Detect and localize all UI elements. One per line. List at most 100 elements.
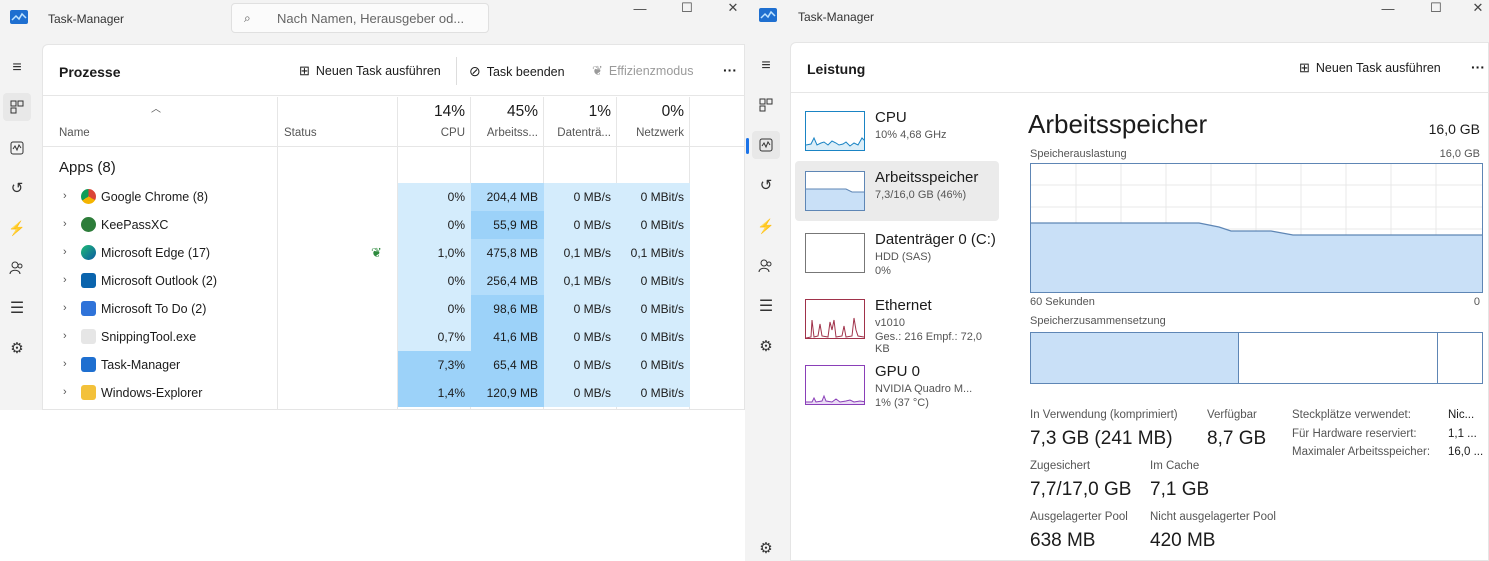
task-manager-app-icon xyxy=(10,10,28,24)
nav-users-icon[interactable] xyxy=(752,252,780,280)
expand-chevron-icon[interactable]: › xyxy=(63,190,67,202)
expand-chevron-icon[interactable]: › xyxy=(63,274,67,286)
explorer-icon xyxy=(81,385,96,400)
process-name: Google Chrome (8) xyxy=(101,190,208,204)
sort-chevron-icon[interactable]: ︿ xyxy=(151,100,161,115)
perf-item-cpu[interactable]: CPU 10% 4,68 GHz xyxy=(795,101,999,161)
perf-item-title: Ethernet xyxy=(875,297,932,314)
table-row[interactable]: › Google Chrome (8) 0% 204,4 MB 0 MB/s 0 MBit… xyxy=(43,183,743,211)
expand-chevron-icon[interactable]: › xyxy=(63,358,67,370)
composition-free[interactable] xyxy=(1438,333,1482,383)
nav-details-icon[interactable]: ☰ xyxy=(3,294,31,322)
minimize-button[interactable]: — xyxy=(1365,0,1411,16)
cpu-column-label: CPU xyxy=(440,127,465,139)
efficiency-mode-button[interactable]: ❦ Effizienzmodus xyxy=(592,63,693,79)
table-row[interactable]: › KeePassXC 0% 55,9 MB 0 MB/s 0 MBit/s xyxy=(43,211,743,239)
column-header-status[interactable]: Status xyxy=(284,127,317,139)
end-task-icon: ⊘ xyxy=(469,63,481,79)
chrome-icon xyxy=(81,189,96,204)
end-task-button[interactable]: ⊘ Task beenden xyxy=(469,63,565,80)
column-header-name[interactable]: Name xyxy=(59,127,90,139)
network-cell: 0 MBit/s xyxy=(617,323,690,351)
hamburger-menu-icon[interactable]: ≡ xyxy=(752,52,780,80)
table-row[interactable]: › SnippingTool.exe 0,7% 41,6 MB 0 MB/s 0 MBit… xyxy=(43,323,743,351)
nav-users-icon[interactable] xyxy=(3,254,31,282)
nav-history-icon[interactable]: ↺ xyxy=(752,171,780,199)
efficiency-mode-label: Effizienzmodus xyxy=(608,64,694,78)
memory-cell: 55,9 MB xyxy=(471,211,544,239)
disk-cell: 0 MB/s xyxy=(544,351,617,379)
nav-startup-icon[interactable]: ⚡ xyxy=(752,212,780,240)
task-manager-app-icon xyxy=(759,8,777,22)
cpu-cell: 0% xyxy=(398,295,471,323)
paged-pool-value: 638 MB xyxy=(1030,530,1096,551)
nav-details-icon[interactable]: ☰ xyxy=(752,292,780,320)
table-row[interactable]: › Microsoft Outlook (2) 0% 256,4 MB 0,1 MB/s… xyxy=(43,267,743,295)
table-row[interactable]: › Microsoft To Do (2) 0% 98,6 MB 0 MB/s 0 MBi… xyxy=(43,295,743,323)
expand-chevron-icon[interactable]: › xyxy=(63,386,67,398)
cpu-cell: 0,7% xyxy=(398,323,471,351)
cpu-cell: 7,3% xyxy=(398,351,471,379)
nav-performance-icon[interactable] xyxy=(752,131,780,159)
maximize-button[interactable]: ☐ xyxy=(1413,0,1459,16)
more-options-button[interactable]: ··· xyxy=(723,62,737,78)
nonpaged-pool-value: 420 MB xyxy=(1150,530,1216,551)
memory-total-percent: 45% xyxy=(506,103,538,120)
window-title: Task-Manager xyxy=(798,10,875,24)
maximize-button[interactable]: ☐ xyxy=(664,0,710,16)
new-task-label: Neuen Task ausführen xyxy=(1315,61,1441,75)
expand-chevron-icon[interactable]: › xyxy=(63,218,67,230)
memory-cell: 475,8 MB xyxy=(471,239,544,267)
expand-chevron-icon[interactable]: › xyxy=(63,246,67,258)
cpu-cell: 0% xyxy=(398,183,471,211)
perf-item-gpu[interactable]: GPU 0 NVIDIA Quadro M... 1% (37 °C) xyxy=(795,355,999,415)
header-row-separator xyxy=(43,146,745,147)
close-button[interactable]: ✕ xyxy=(710,0,745,16)
composition-in-use[interactable] xyxy=(1031,333,1239,383)
memory-thumbnail-graph xyxy=(805,171,865,211)
settings-gear-icon[interactable]: ⚙ xyxy=(752,534,780,561)
new-task-button[interactable]: ⊞ Neuen Task ausführen xyxy=(1299,60,1441,76)
perf-item-ethernet[interactable]: Ethernet v1010 Ges.: 216 Empf.: 72,0 KB xyxy=(795,289,999,355)
new-task-button[interactable]: ⊞ Neuen Task ausführen xyxy=(299,63,441,79)
expand-chevron-icon[interactable]: › xyxy=(63,330,67,342)
close-button[interactable]: ✕ xyxy=(1455,0,1489,16)
todo-icon xyxy=(81,301,96,316)
composition-standby[interactable] xyxy=(1239,333,1438,383)
column-header-cpu[interactable]: 14% CPU xyxy=(398,103,471,143)
network-cell: 0 MBit/s xyxy=(617,379,690,407)
nav-services-icon[interactable]: ⚙ xyxy=(752,332,780,360)
nav-processes-icon[interactable] xyxy=(3,93,31,121)
expand-chevron-icon[interactable]: › xyxy=(63,302,67,314)
nav-startup-icon[interactable]: ⚡ xyxy=(3,214,31,242)
nav-performance-icon[interactable] xyxy=(3,134,31,162)
nav-services-icon[interactable]: ⚙ xyxy=(3,334,31,362)
perf-item-detail: 0% xyxy=(875,265,891,277)
column-header-disk[interactable]: 1% Datenträ... xyxy=(544,103,617,143)
table-row[interactable]: › Microsoft Edge (17) ❦ 1,0% 475,8 MB 0,1 MB/… xyxy=(43,239,743,267)
cpu-cell: 1,4% xyxy=(398,379,471,407)
nav-history-icon[interactable]: ↺ xyxy=(3,174,31,202)
table-row[interactable]: › Windows-Explorer 1,4% 120,9 MB 0 MB/s 0 MBi… xyxy=(43,379,743,407)
perf-item-subtitle: 10% 4,68 GHz xyxy=(875,129,947,141)
column-header-memory[interactable]: 45% Arbeitss... xyxy=(471,103,544,143)
graph-axis-right: 0 xyxy=(1473,296,1480,308)
search-input[interactable]: Nach Namen, Herausgeber od... xyxy=(277,11,464,26)
search-box[interactable]: ⌕ Nach Namen, Herausgeber od... xyxy=(231,3,489,33)
efficiency-leaf-icon: ❦ xyxy=(371,245,382,260)
perf-item-subtitle: v1010 xyxy=(875,317,905,329)
column-header-network[interactable]: 0% Netzwerk xyxy=(617,103,690,143)
minimize-button[interactable]: — xyxy=(617,0,663,16)
memory-cell: 256,4 MB xyxy=(471,267,544,295)
keepassxc-icon xyxy=(81,217,96,232)
hamburger-menu-icon[interactable]: ≡ xyxy=(3,54,31,82)
perf-item-detail: 1% (37 °C) xyxy=(875,397,929,409)
table-row[interactable]: › Task-Manager 7,3% 65,4 MB 0 MB/s 0 MBit/s xyxy=(43,351,743,379)
memory-cell: 41,6 MB xyxy=(471,323,544,351)
outlook-icon xyxy=(81,273,96,288)
disk-thumbnail-graph xyxy=(805,233,865,273)
perf-item-disk[interactable]: Datenträger 0 (C:) HDD (SAS) 0% xyxy=(795,223,999,283)
nav-processes-icon[interactable] xyxy=(752,91,780,119)
more-options-button[interactable]: ··· xyxy=(1471,59,1485,75)
perf-item-memory[interactable]: Arbeitsspeicher 7,3/16,0 GB (46%) xyxy=(795,161,999,221)
